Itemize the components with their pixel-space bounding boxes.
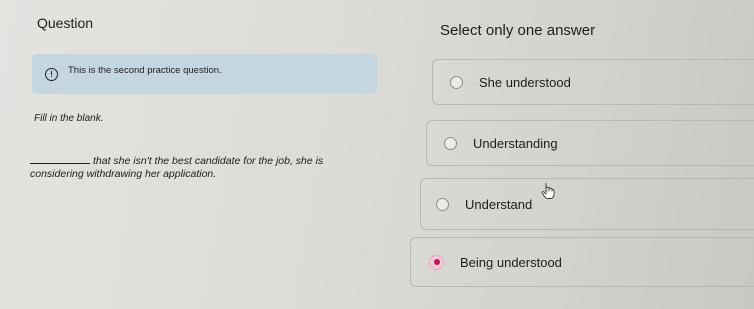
option-being-understood[interactable]: Being understood bbox=[410, 237, 754, 287]
option-label: Understand bbox=[465, 196, 533, 212]
option-she-understood[interactable]: She understood bbox=[432, 59, 754, 105]
question-title: Question bbox=[37, 15, 94, 31]
radio-button[interactable] bbox=[444, 136, 457, 150]
info-icon bbox=[45, 67, 58, 81]
option-understanding[interactable]: Understanding bbox=[426, 120, 754, 166]
answer-instruction: Select only one answer bbox=[440, 22, 596, 39]
prompt-label: Fill in the blank. bbox=[34, 113, 104, 124]
prompt-sentence: that she isn't the best candidate for th… bbox=[30, 155, 370, 181]
option-understand[interactable]: Understand bbox=[420, 178, 754, 230]
option-label: She understood bbox=[479, 74, 571, 90]
option-label: Understanding bbox=[473, 135, 558, 151]
hand-cursor-icon bbox=[541, 183, 555, 199]
info-text: This is the second practice question. bbox=[68, 64, 222, 76]
radio-button-selected[interactable] bbox=[429, 254, 444, 270]
answer-blank bbox=[30, 163, 90, 164]
radio-button[interactable] bbox=[436, 197, 449, 211]
info-banner: This is the second practice question. bbox=[32, 54, 377, 94]
option-label: Being understood bbox=[460, 254, 562, 270]
sentence-text: that she isn't the best candidate for th… bbox=[30, 155, 324, 180]
radio-button[interactable] bbox=[450, 75, 463, 89]
